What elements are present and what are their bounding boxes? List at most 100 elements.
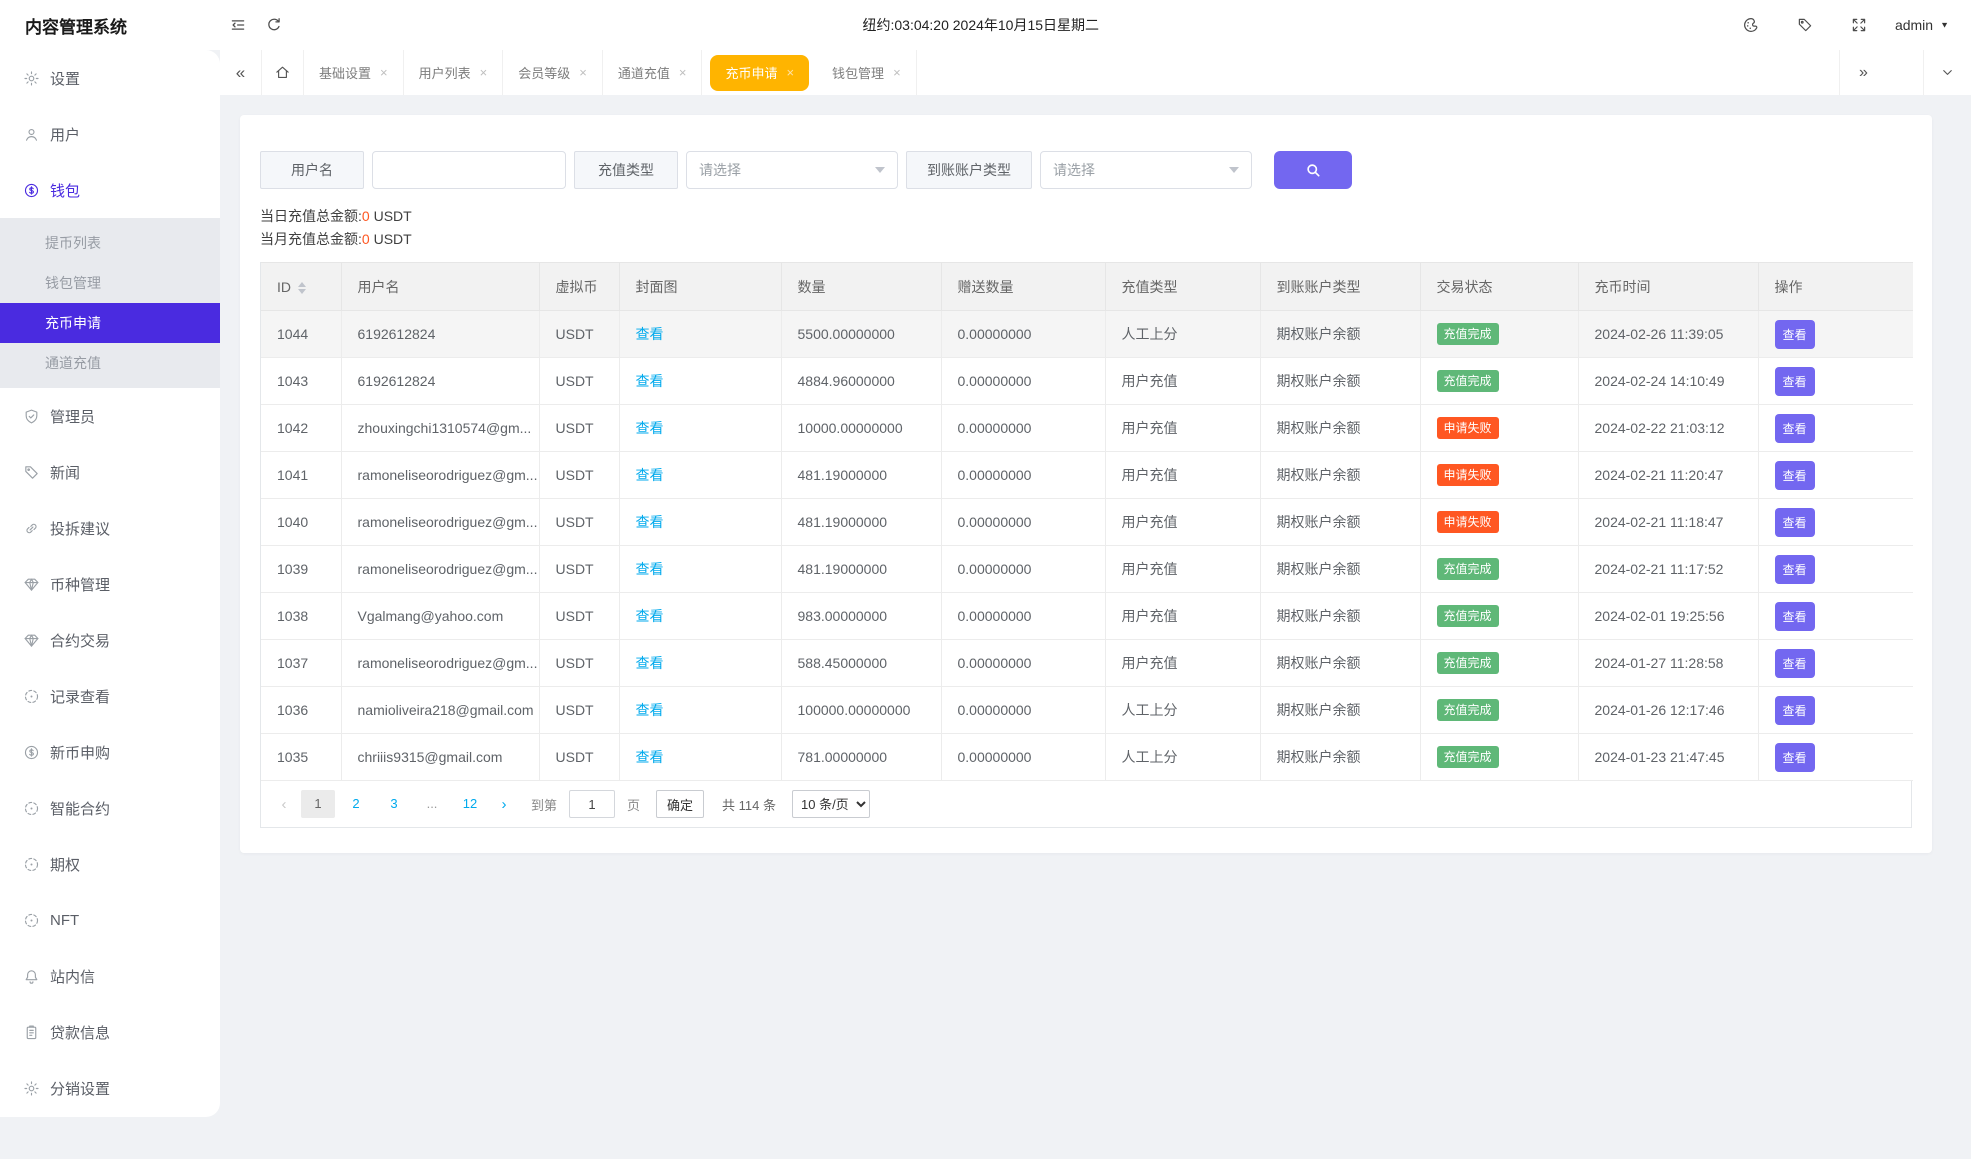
username-input[interactable] (372, 151, 566, 189)
tab-4[interactable]: 充币申请 × (710, 54, 810, 91)
view-button[interactable]: 查看 (1774, 695, 1815, 725)
close-icon[interactable]: × (480, 66, 488, 79)
view-button[interactable]: 查看 (1774, 413, 1815, 443)
recharge-table-container: ID 用户名 虚拟币 封面图 数量 赠送数量 充值类型 到账账户类型 交易状态 充币时间 操作 10… (260, 262, 1913, 828)
view-button[interactable]: 查看 (1774, 601, 1815, 631)
column-header-2: 虚拟币 (539, 262, 620, 311)
tab-0[interactable]: 基础设置 × (304, 50, 404, 95)
dashed-circle-icon (23, 800, 40, 817)
table-header-row: ID 用户名 虚拟币 封面图 数量 赠送数量 充值类型 到账账户类型 交易状态 充币时间 操作 (261, 262, 1913, 311)
theme-palette-icon[interactable] (1733, 7, 1769, 43)
cell-action: 查看 (1758, 404, 1913, 452)
sidebar-subitem-1[interactable]: 钱包管理 (0, 263, 220, 303)
dashed-circle-icon (23, 912, 40, 929)
cover-view-link[interactable]: 查看 (636, 373, 664, 389)
sidebar-item-users[interactable]: 用户 (0, 106, 220, 162)
sidebar-item-admins[interactable]: 管理员 (0, 388, 220, 444)
goto-page-input[interactable] (569, 790, 616, 818)
tab-1[interactable]: 用户列表 × (404, 50, 504, 95)
close-icon[interactable]: × (893, 66, 901, 79)
table-row: 1042 zhouxingchi1310574@gm... USDT 查看 10000.… (261, 404, 1913, 452)
sidebar-subitem-2[interactable]: 充币申请 (0, 303, 220, 343)
view-button[interactable]: 查看 (1774, 742, 1815, 772)
sidebar-item-options[interactable]: 期权 (0, 836, 220, 892)
tabs-scroll-right-icon[interactable]: » (1839, 50, 1887, 95)
cover-view-link[interactable]: 查看 (636, 467, 664, 483)
sidebar-item-coins[interactable]: 币种管理 (0, 556, 220, 612)
cell-account: 期权账户余额 (1260, 592, 1421, 640)
sidebar-item-smart-contract[interactable]: 智能合约 (0, 780, 220, 836)
cell-cover: 查看 (619, 686, 782, 734)
cell-time: 2024-01-27 11:28:58 (1578, 639, 1759, 687)
sidebar-item-settings[interactable]: 设置 (0, 50, 220, 106)
table-row: 1043 6192612824 USDT 查看 4884.96000000 0.00000… (261, 357, 1913, 405)
page-1[interactable]: 1 (301, 790, 335, 818)
page-3[interactable]: 3 (377, 790, 411, 818)
next-page-icon[interactable]: › (491, 796, 517, 813)
cell-type: 用户充值 (1105, 545, 1261, 593)
sidebar-item-wallet[interactable]: 钱包 (0, 162, 220, 218)
tag-icon[interactable] (1787, 7, 1823, 43)
refresh-icon[interactable] (256, 7, 292, 43)
view-button[interactable]: 查看 (1774, 648, 1815, 678)
view-button[interactable]: 查看 (1774, 554, 1815, 584)
month-total: 当月充值总金额:0 USDT (260, 231, 412, 247)
cover-view-link[interactable]: 查看 (636, 514, 664, 530)
page-2[interactable]: 2 (339, 790, 373, 818)
close-icon[interactable]: × (679, 66, 687, 79)
cell-gift: 0.00000000 (941, 639, 1106, 687)
confirm-button[interactable]: 确定 (656, 790, 705, 818)
cell-username: 6192612824 (341, 357, 540, 405)
sidebar-subitem-0[interactable]: 提币列表 (0, 223, 220, 263)
cover-view-link[interactable]: 查看 (636, 608, 664, 624)
sidebar-item-new-coin[interactable]: 新币申购 (0, 724, 220, 780)
tab-2[interactable]: 会员等级 × (503, 50, 603, 95)
sidebar-item-messages[interactable]: 站内信 (0, 948, 220, 1004)
home-icon[interactable] (262, 50, 304, 95)
cover-view-link[interactable]: 查看 (636, 749, 664, 765)
account-type-select[interactable]: 请选择 (1040, 151, 1252, 189)
recharge-type-select[interactable]: 请选择 (686, 151, 898, 189)
cover-view-link[interactable]: 查看 (636, 561, 664, 577)
sidebar-item-contract-trade[interactable]: 合约交易 (0, 612, 220, 668)
sidebar-item-nft[interactable]: NFT (0, 892, 220, 948)
sidebar-item-distribution[interactable]: 分销设置 (0, 1060, 220, 1116)
search-button[interactable] (1274, 151, 1352, 189)
view-button[interactable]: 查看 (1774, 507, 1815, 537)
column-header-0[interactable]: ID (261, 262, 342, 311)
cell-id: 1042 (261, 404, 342, 452)
fullscreen-icon[interactable] (1841, 7, 1877, 43)
sort-icon[interactable] (298, 281, 306, 294)
sidebar-menu: 设置 用户 钱包提币列表 钱包管理 充币申请 通道充值管理员 新闻 投拆建议 币种管理 合约交易记… (0, 50, 220, 1116)
sidebar-item-records[interactable]: 记录查看 (0, 668, 220, 724)
per-page-select[interactable]: 10 条/页 (792, 790, 870, 818)
close-icon[interactable]: × (579, 66, 587, 79)
cover-view-link[interactable]: 查看 (636, 420, 664, 436)
page-12[interactable]: 12 (453, 790, 487, 818)
cell-account: 期权账户余额 (1260, 310, 1421, 358)
sidebar-item-loans[interactable]: 贷款信息 (0, 1004, 220, 1060)
cover-view-link[interactable]: 查看 (636, 326, 664, 342)
tab-actions-dropdown-icon[interactable] (1923, 50, 1971, 95)
sidebar-toggle-icon[interactable] (220, 7, 256, 43)
close-icon[interactable]: × (380, 66, 388, 79)
prev-page-icon[interactable]: ‹ (271, 796, 297, 813)
sidebar-subitem-3[interactable]: 通道充值 (0, 343, 220, 383)
user-menu[interactable]: admin ▼ (1895, 17, 1949, 33)
user-name: admin (1894, 17, 1934, 33)
view-button[interactable]: 查看 (1774, 460, 1815, 490)
cover-view-link[interactable]: 查看 (636, 655, 664, 671)
sidebar-item-news[interactable]: 新闻 (0, 444, 220, 500)
cover-view-link[interactable]: 查看 (636, 702, 664, 718)
view-button[interactable]: 查看 (1774, 366, 1815, 396)
tabs-scroll-left-icon[interactable]: « (220, 50, 262, 95)
cell-type: 用户充值 (1105, 592, 1261, 640)
tab-3[interactable]: 通道充值 × (603, 50, 703, 95)
cell-status: 充值完成 (1420, 310, 1579, 358)
sidebar-item-feedback[interactable]: 投拆建议 (0, 500, 220, 556)
cell-username: namioliveira218@gmail.com (341, 686, 540, 734)
tab-5[interactable]: 钱包管理 × (817, 50, 917, 95)
view-button[interactable]: 查看 (1774, 319, 1815, 349)
close-icon[interactable]: × (786, 66, 794, 79)
username-filter-label: 用户名 (260, 151, 364, 189)
